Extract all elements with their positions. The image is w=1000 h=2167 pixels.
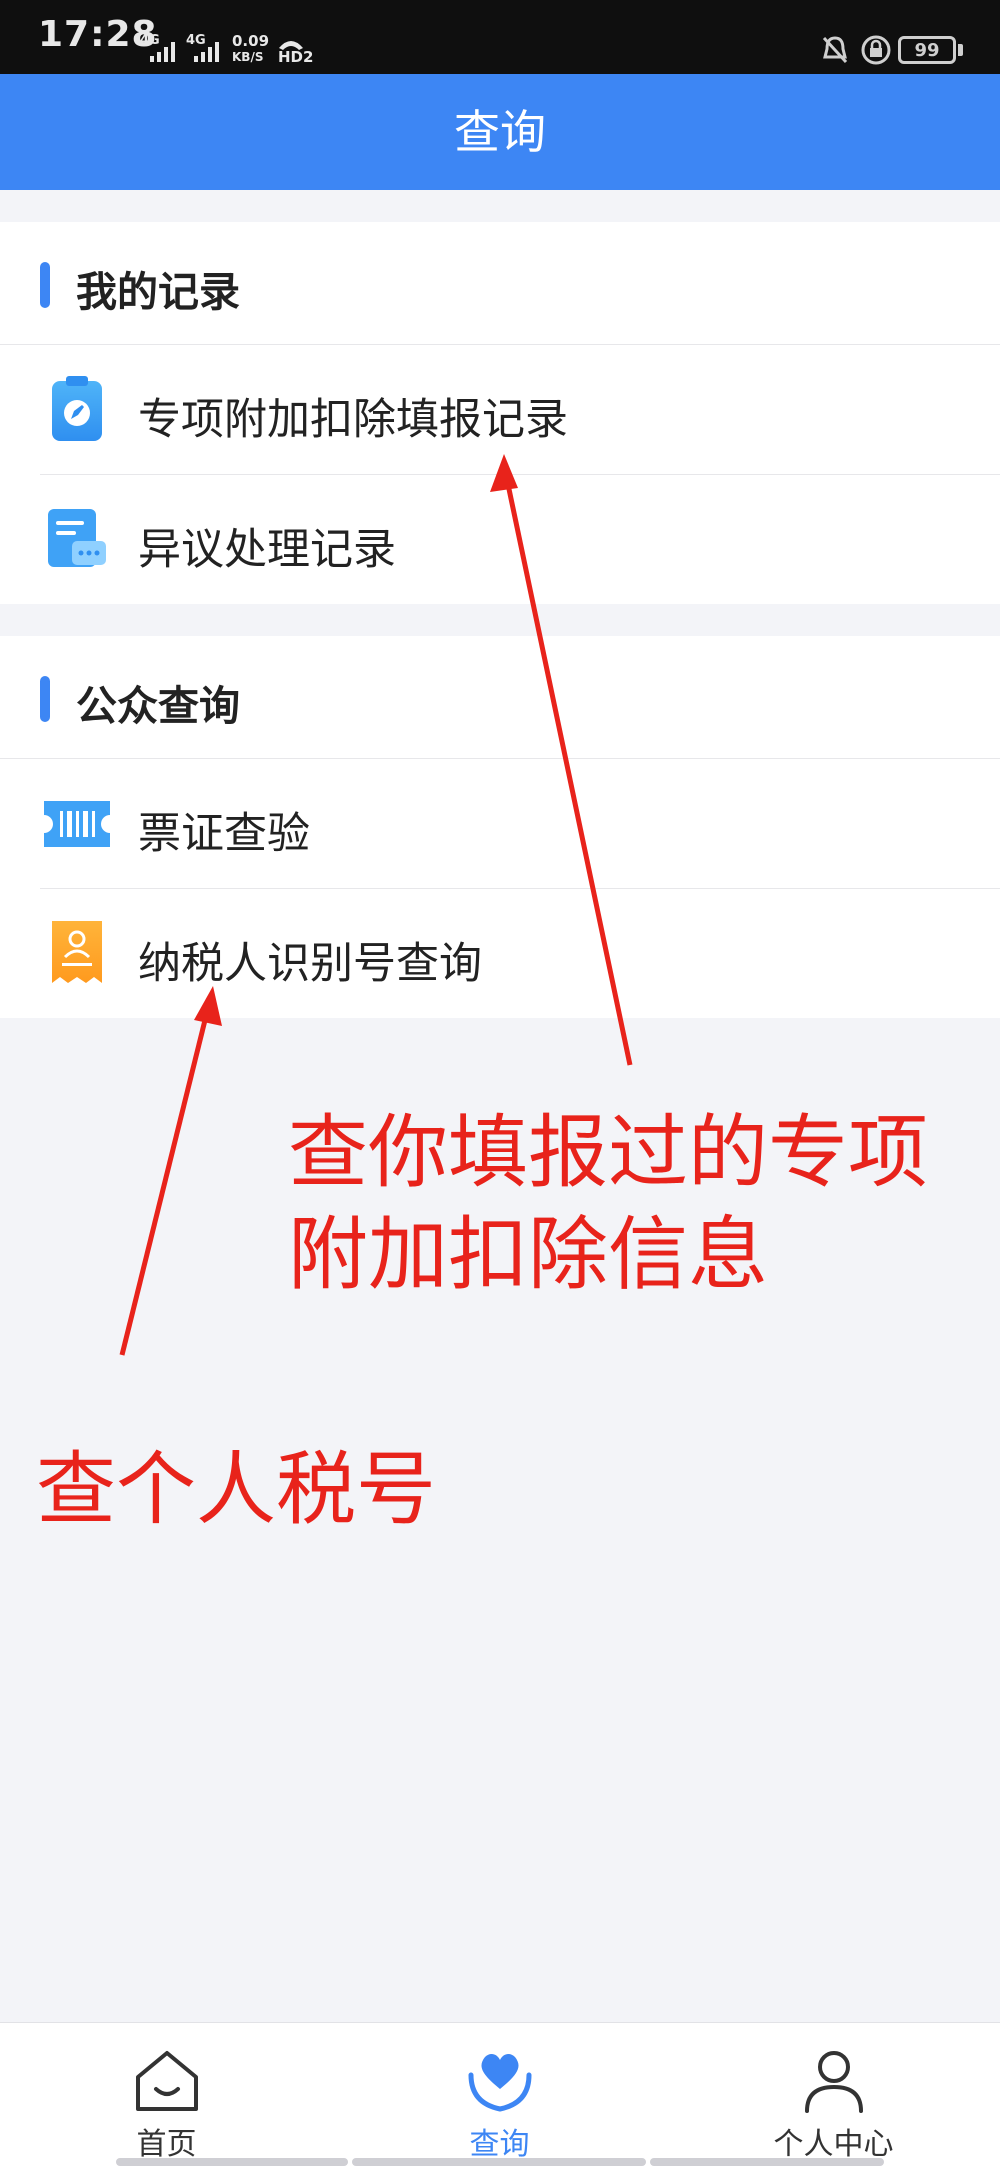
tab-label: 首页 — [136, 2127, 197, 2162]
nav-handle-left — [116, 2158, 348, 2166]
heart-hands-icon — [468, 2053, 531, 2112]
home-icon — [135, 2051, 198, 2111]
tab-label: 查询 — [469, 2127, 530, 2162]
tab-label: 个人中心 — [773, 2127, 894, 2162]
tab-query[interactable]: 查询 — [333, 2023, 666, 2167]
nav-handle-center — [352, 2158, 646, 2166]
tab-personal-center[interactable]: 个人中心 — [667, 2023, 1000, 2167]
arrow-to-deduction-records — [490, 454, 633, 1066]
annotation-deduction-line1: 查你填报过的专项 — [288, 1106, 928, 1199]
nav-handle-right — [650, 2158, 884, 2166]
annotation-arrows — [119, 454, 633, 1356]
arrow-to-taxpayer-id — [119, 986, 222, 1356]
annotation-tax-id: 查个人税号 — [36, 1443, 436, 1536]
bottom-tab-bar: 首页 查询 个人中心 — [0, 2022, 1000, 2167]
tab-home[interactable]: 首页 — [0, 2023, 333, 2167]
annotation-deduction-line2: 附加扣除信息 — [288, 1208, 768, 1301]
person-icon — [804, 2051, 863, 2113]
